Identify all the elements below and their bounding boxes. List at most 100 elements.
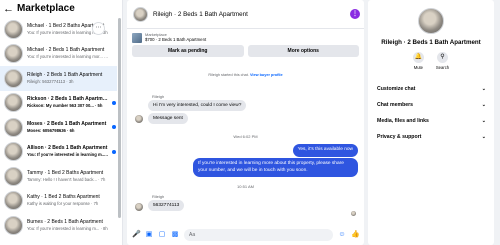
view-buyer-profile-link[interactable]: View buyer profile — [250, 73, 283, 77]
timestamp: Wed 6:02 PM — [233, 134, 258, 139]
avatar — [4, 44, 23, 64]
conversation-item[interactable]: Tammy · 1 Bed 2 Baths Apartment Tammy: He… — [0, 164, 117, 189]
chat-title[interactable]: Rileigh · 2 Beds 1 Bath Apartment — [153, 11, 248, 18]
conversation-item[interactable]: Moses · 2 Beds 1 Bath Apartment Moses: 60… — [0, 115, 117, 140]
conversation-name: Moses · 2 Beds 1 Bath Apartment — [27, 120, 107, 127]
avatar — [135, 203, 143, 211]
avatar — [4, 142, 23, 162]
unread-dot — [112, 125, 116, 129]
listing-price: $700 · 2 Beds 1 Bath Apartment — [145, 37, 207, 42]
listing-thumbnail — [132, 32, 142, 43]
sidebar-header: ← Marketplace — [0, 0, 122, 17]
info-sections: Customize chat ⌄ Chat members ⌄ Media, fil… — [368, 81, 494, 145]
incoming-message: Hi I'm very interested, could I come vie… — [148, 100, 247, 111]
gif-icon[interactable]: ▩ — [171, 231, 179, 239]
section-customize-chat[interactable]: Customize chat ⌄ — [368, 81, 494, 97]
unread-dot — [112, 149, 116, 154]
conversation-name: Rileigh · 2 Beds 1 Bath Apartment — [27, 71, 103, 78]
conversation-name: Kathy · 1 Bed 2 Baths Apartment — [27, 194, 100, 201]
chevron-down-icon: ⌄ — [481, 134, 486, 140]
outgoing-message: Yes, it's this available now — [292, 144, 358, 157]
section-label: Media, files and links — [377, 118, 429, 124]
conversation-more-button[interactable]: ⋯ — [92, 22, 105, 35]
message-sender: Rileigh — [152, 94, 165, 99]
avatar — [4, 93, 23, 113]
outgoing-message: If you're interested in learning more ab… — [193, 158, 358, 177]
search-label: Search — [435, 65, 450, 70]
timestamp: 10:51 AM — [237, 184, 254, 189]
system-note: Rileigh started this chat. View buyer pr… — [127, 73, 364, 77]
bell-icon: 🔔 — [412, 52, 424, 63]
system-note-text: Rileigh started this chat. — [208, 73, 249, 77]
sidebar-title: Marketplace — [17, 3, 75, 14]
conversation-item[interactable]: Kathy · 1 Bed 2 Baths Apartment Kathy is … — [0, 189, 117, 214]
listing-card[interactable]: Marketplace $700 · 2 Beds 1 Bath Apartme… — [127, 29, 364, 43]
avatar — [4, 215, 23, 235]
section-media-files-links[interactable]: Media, files and links ⌄ — [368, 113, 494, 129]
conversation-snippet: Kathy is waiting for your response · 7h — [27, 201, 99, 207]
microphone-icon[interactable]: 🎤 — [132, 231, 141, 239]
mark-pending-button[interactable]: Mark as pending — [132, 45, 244, 57]
emoji-icon[interactable]: ☺ — [338, 231, 346, 239]
unread-dot — [112, 100, 116, 105]
conversation-snippet: Rileigh: 5632774113 · 3h — [27, 78, 74, 84]
conversation-snippet: Rickson: My number 563 307 00... · 5h — [27, 103, 103, 109]
conversation-item[interactable]: Michael · 2 Beds 1 Bath Apartment You: If… — [0, 42, 117, 67]
mute-label: Mute — [413, 65, 424, 70]
search-icon: ⚲ — [437, 52, 448, 63]
conversation-snippet: You: If you're interested in learning mo… — [27, 54, 109, 60]
conversation-item-active[interactable]: Rileigh · 2 Beds 1 Bath Apartment Rileigh… — [0, 66, 117, 91]
search-button[interactable]: ⚲ Search — [436, 52, 449, 70]
conversation-name: Michael · 2 Beds 1 Bath Apartment — [27, 47, 105, 54]
conversation-name: Rickson · 2 Beds 1 Bath Apartment — [27, 96, 109, 103]
sidebar-scrollbar[interactable] — [118, 18, 121, 218]
message-composer: 🎤 ▣ ▢ ▩ Aa ☺ 👍 — [127, 225, 364, 245]
chevron-down-icon: ⌄ — [481, 86, 486, 92]
conversation-info-panel: Rileigh · 2 Beds 1 Bath Apartment 🔔 Mute… — [368, 0, 494, 245]
section-privacy-support[interactable]: Privacy & support ⌄ — [368, 129, 494, 145]
conversation-snippet: You: If you're interested in learning m.… — [27, 152, 109, 158]
more-horizontal-icon[interactable]: ⋮ — [350, 9, 360, 19]
avatar — [418, 8, 444, 34]
avatar — [4, 68, 23, 88]
section-label: Privacy & support — [377, 134, 422, 140]
conversation-item[interactable]: Allison · 2 Beds 1 Bath Apartment You: If… — [0, 140, 117, 165]
avatar — [135, 115, 143, 123]
chat-header: Rileigh · 2 Beds 1 Bath Apartment ⋮ — [127, 0, 364, 29]
section-label: Customize chat — [377, 86, 416, 92]
avatar — [4, 191, 23, 211]
image-icon[interactable]: ▣ — [145, 231, 153, 239]
conversation-item[interactable]: Burnes · 2 Beds 1 Bath Apartment You: If … — [0, 213, 117, 238]
incoming-message: Message sent — [148, 113, 188, 124]
message-input[interactable]: Aa — [184, 229, 333, 241]
sticker-icon[interactable]: ▢ — [158, 231, 166, 239]
conversation-item[interactable]: Rickson · 2 Beds 1 Bath Apartment Rickson… — [0, 91, 117, 116]
incoming-message: 5632774113 — [148, 200, 185, 211]
avatar[interactable] — [133, 6, 148, 22]
arrow-left-icon[interactable]: ← — [3, 3, 14, 15]
conversation-snippet: Moses: 6056798636 · 6h — [27, 127, 75, 133]
avatar — [4, 117, 23, 137]
avatar — [4, 19, 23, 39]
conversation-name: Allison · 2 Beds 1 Bath Apartment — [27, 145, 108, 152]
listing-actions: Mark as pending More options — [127, 43, 364, 59]
conversation-sidebar: ← Marketplace Michael · 1 Bed 2 Baths Ap… — [0, 0, 123, 245]
thumbs-up-icon[interactable]: 👍 — [351, 231, 360, 239]
section-label: Chat members — [377, 102, 414, 108]
chat-panel: Rileigh · 2 Beds 1 Bath Apartment ⋮ Mark… — [127, 0, 364, 245]
chevron-down-icon: ⌄ — [481, 118, 486, 124]
avatar — [4, 166, 23, 186]
conversation-snippet: You: If you're interested in learning m.… — [27, 225, 108, 231]
more-options-button[interactable]: More options — [247, 45, 359, 57]
conversation-name: Tammy · 1 Bed 2 Baths Apartment — [27, 169, 104, 176]
conversation-name: Burnes · 2 Beds 1 Bath Apartment — [27, 218, 103, 225]
conversation-list: Michael · 1 Bed 2 Baths Apartment You: If… — [0, 17, 117, 238]
mute-button[interactable]: 🔔 Mute — [412, 52, 424, 70]
info-title: Rileigh · 2 Beds 1 Bath Apartment — [381, 39, 481, 46]
section-chat-members[interactable]: Chat members ⌄ — [368, 97, 494, 113]
chevron-down-icon: ⌄ — [481, 102, 486, 108]
read-receipt-avatar — [351, 211, 356, 216]
message-sender: Rileigh — [152, 194, 165, 199]
conversation-item[interactable]: Michael · 1 Bed 2 Baths Apartment You: If… — [0, 17, 117, 42]
info-actions: 🔔 Mute ⚲ Search — [368, 52, 494, 70]
